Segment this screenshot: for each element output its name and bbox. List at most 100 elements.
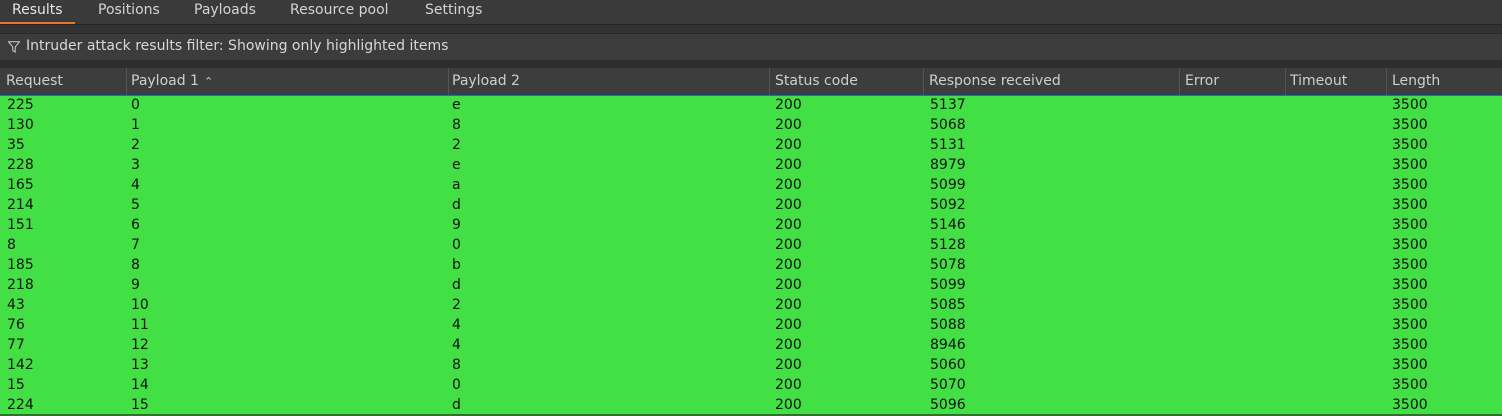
table-cell: a bbox=[452, 177, 461, 193]
table-cell: 35 bbox=[7, 137, 25, 153]
tab-payloads[interactable]: Payloads bbox=[194, 0, 256, 22]
table-cell: 4 bbox=[131, 177, 140, 193]
table-row[interactable]: 218 9 d 200 5099 3500 bbox=[0, 276, 1502, 296]
table-row[interactable]: 142 13 8 200 5060 3500 bbox=[0, 356, 1502, 376]
table-header: Request Payload 1 ⌃ Payload 2 Status code… bbox=[0, 68, 1502, 96]
table-cell: 11 bbox=[131, 317, 149, 333]
divider bbox=[0, 60, 1502, 68]
tab-results[interactable]: Results bbox=[0, 0, 75, 24]
table-cell: 130 bbox=[7, 117, 34, 133]
table-cell: 200 bbox=[775, 357, 802, 373]
table-cell: 4 bbox=[452, 317, 461, 333]
table-row[interactable]: 214 5 d 200 5092 3500 bbox=[0, 196, 1502, 216]
table-row[interactable]: 185 8 b 200 5078 3500 bbox=[0, 256, 1502, 276]
table-cell: 8 bbox=[452, 357, 461, 373]
table-cell: 0 bbox=[452, 377, 461, 393]
column-header-status-code[interactable]: Status code bbox=[769, 68, 924, 95]
table-cell: e bbox=[452, 97, 461, 113]
table-cell: 3500 bbox=[1392, 377, 1428, 393]
table-row[interactable]: 228 3 e 200 8979 3500 bbox=[0, 156, 1502, 176]
table-cell: 200 bbox=[775, 117, 802, 133]
table-cell: 228 bbox=[7, 157, 34, 173]
table-cell: 8979 bbox=[930, 157, 966, 173]
table-cell: 14 bbox=[131, 377, 149, 393]
table-cell: 5131 bbox=[930, 137, 966, 153]
table-cell: 6 bbox=[131, 217, 140, 233]
table-cell: 218 bbox=[7, 277, 34, 293]
table-cell: 0 bbox=[452, 237, 461, 253]
table-cell: b bbox=[452, 257, 461, 273]
column-label: Error bbox=[1185, 73, 1220, 89]
table-cell: 214 bbox=[7, 197, 34, 213]
tab-settings[interactable]: Settings bbox=[425, 0, 482, 22]
sort-ascending-icon: ⌃ bbox=[203, 75, 214, 88]
results-table: Request Payload 1 ⌃ Payload 2 Status code… bbox=[0, 68, 1502, 416]
table-cell: 4 bbox=[452, 337, 461, 353]
table-body: 225 0 e 200 5137 3500 130 1 8 200 5068 3500 35 2 2 200 5… bbox=[0, 96, 1502, 416]
table-row[interactable]: 8 7 0 200 5128 3500 bbox=[0, 236, 1502, 256]
table-cell: 9 bbox=[452, 217, 461, 233]
tab-bar: Results Positions Payloads Resource pool… bbox=[0, 0, 1502, 25]
table-cell: 151 bbox=[7, 217, 34, 233]
table-cell: 76 bbox=[7, 317, 25, 333]
filter-status-text: Intruder attack results filter: Showing … bbox=[26, 38, 449, 54]
table-cell: 7 bbox=[131, 237, 140, 253]
table-cell: 200 bbox=[775, 137, 802, 153]
table-cell: d bbox=[452, 277, 461, 293]
table-cell: 200 bbox=[775, 317, 802, 333]
column-header-request[interactable]: Request bbox=[0, 68, 127, 95]
table-cell: 200 bbox=[775, 397, 802, 413]
table-cell: 3 bbox=[131, 157, 140, 173]
table-cell: 200 bbox=[775, 337, 802, 353]
table-cell: 3500 bbox=[1392, 337, 1428, 353]
column-header-payload-2[interactable]: Payload 2 bbox=[446, 68, 770, 95]
column-label: Payload 1 bbox=[131, 73, 199, 89]
column-label: Response received bbox=[929, 73, 1061, 89]
column-header-payload-1[interactable]: Payload 1 ⌃ bbox=[125, 68, 449, 95]
table-cell: 10 bbox=[131, 297, 149, 313]
table-cell: 5096 bbox=[930, 397, 966, 413]
table-row[interactable]: 225 0 e 200 5137 3500 bbox=[0, 96, 1502, 116]
table-cell: 200 bbox=[775, 97, 802, 113]
table-cell: 5137 bbox=[930, 97, 966, 113]
column-header-error[interactable]: Error bbox=[1179, 68, 1286, 95]
table-cell: e bbox=[452, 157, 461, 173]
table-row[interactable]: 165 4 a 200 5099 3500 bbox=[0, 176, 1502, 196]
filter-icon bbox=[8, 41, 20, 53]
table-cell: 8 bbox=[452, 117, 461, 133]
table-row[interactable]: 77 12 4 200 8946 3500 bbox=[0, 336, 1502, 356]
column-label: Length bbox=[1392, 73, 1441, 89]
table-cell: 3500 bbox=[1392, 117, 1428, 133]
tab-resource-pool[interactable]: Resource pool bbox=[290, 0, 389, 22]
results-filter-bar[interactable]: Intruder attack results filter: Showing … bbox=[0, 33, 1502, 61]
table-row[interactable]: 35 2 2 200 5131 3500 bbox=[0, 136, 1502, 156]
table-cell: 5128 bbox=[930, 237, 966, 253]
column-header-response-received[interactable]: Response received bbox=[923, 68, 1180, 95]
table-cell: 15 bbox=[131, 397, 149, 413]
table-row[interactable]: 15 14 0 200 5070 3500 bbox=[0, 376, 1502, 396]
table-cell: 5078 bbox=[930, 257, 966, 273]
table-cell: 200 bbox=[775, 177, 802, 193]
table-cell: 165 bbox=[7, 177, 34, 193]
table-cell: 3500 bbox=[1392, 317, 1428, 333]
column-header-length[interactable]: Length bbox=[1386, 68, 1502, 95]
table-cell: d bbox=[452, 197, 461, 213]
column-header-timeout[interactable]: Timeout bbox=[1284, 68, 1387, 95]
table-cell: 8 bbox=[7, 237, 16, 253]
table-row[interactable]: 151 6 9 200 5146 3500 bbox=[0, 216, 1502, 236]
table-row[interactable]: 76 11 4 200 5088 3500 bbox=[0, 316, 1502, 336]
table-cell: 200 bbox=[775, 257, 802, 273]
table-row[interactable]: 43 10 2 200 5085 3500 bbox=[0, 296, 1502, 316]
table-cell: 200 bbox=[775, 237, 802, 253]
table-cell: 77 bbox=[7, 337, 25, 353]
table-cell: 3500 bbox=[1392, 137, 1428, 153]
table-row[interactable]: 130 1 8 200 5068 3500 bbox=[0, 116, 1502, 136]
tab-positions[interactable]: Positions bbox=[98, 0, 160, 22]
table-cell: 1 bbox=[131, 117, 140, 133]
column-label: Status code bbox=[775, 73, 858, 89]
table-cell: 5 bbox=[131, 197, 140, 213]
table-row[interactable]: 224 15 d 200 5096 3500 bbox=[0, 396, 1502, 416]
table-cell: 2 bbox=[131, 137, 140, 153]
column-label: Timeout bbox=[1290, 73, 1348, 89]
table-cell: 15 bbox=[7, 377, 25, 393]
